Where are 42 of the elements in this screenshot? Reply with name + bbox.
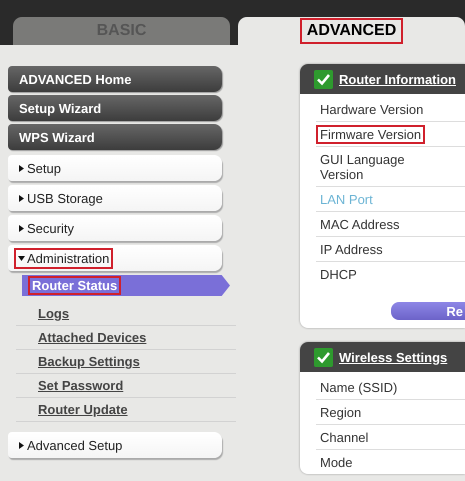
submenu-item[interactable]: Router Status	[22, 275, 230, 296]
caret-right-icon	[18, 442, 25, 448]
submenu-link[interactable]: Attached Devices	[36, 328, 148, 347]
menu-button[interactable]: Setup Wizard	[8, 95, 222, 121]
field-label: Mode	[319, 454, 354, 472]
panel-title[interactable]: Router Information	[339, 72, 456, 86]
caret-right-icon	[18, 194, 25, 202]
submenu-link[interactable]: Set Password	[36, 376, 126, 395]
menu-button[interactable]: WPS Wizard	[8, 124, 222, 150]
menu-section[interactable]: Advanced Setup	[8, 432, 222, 458]
field-label: Region	[319, 404, 362, 422]
section-label: USB Storage	[14, 188, 107, 208]
field-label: IP Address	[319, 241, 384, 259]
section-label: Setup	[14, 158, 65, 178]
field-label: LAN Port	[319, 191, 374, 209]
section-label: Security	[14, 218, 78, 238]
field-label: Name (SSID)	[319, 379, 398, 397]
field-label: Hardware Version	[319, 101, 424, 119]
check-icon	[314, 348, 333, 366]
section-label: Advanced Setup	[14, 434, 126, 456]
section-label: Administration	[14, 248, 114, 268]
submenu-link[interactable]: Logs	[36, 304, 72, 323]
submenu-link[interactable]: Router Update	[36, 400, 130, 419]
tab[interactable]: ADVANCED	[238, 17, 465, 45]
refresh-button[interactable]: Re	[391, 302, 465, 320]
caret-down-icon	[18, 254, 25, 262]
field-label: MAC Address	[319, 216, 400, 234]
menu-section[interactable]: Security	[8, 215, 222, 241]
field-label: GUI Language Version	[319, 151, 406, 184]
field-label: Firmware Version	[316, 125, 426, 144]
menu-button[interactable]: ADVANCED Home	[8, 66, 222, 92]
field-label: DHCP	[319, 266, 358, 284]
field-label: Channel	[319, 429, 370, 447]
tab-label: ADVANCED	[300, 18, 404, 44]
panel-title[interactable]: Wireless Settings	[339, 350, 448, 364]
menu-section[interactable]: Administration	[8, 245, 222, 271]
caret-right-icon	[18, 224, 25, 232]
menu-section[interactable]: Setup	[8, 155, 222, 181]
submenu-link[interactable]: Backup Settings	[36, 352, 142, 371]
caret-right-icon	[18, 164, 25, 172]
menu-section[interactable]: USB Storage	[8, 185, 222, 211]
check-icon	[314, 70, 333, 88]
